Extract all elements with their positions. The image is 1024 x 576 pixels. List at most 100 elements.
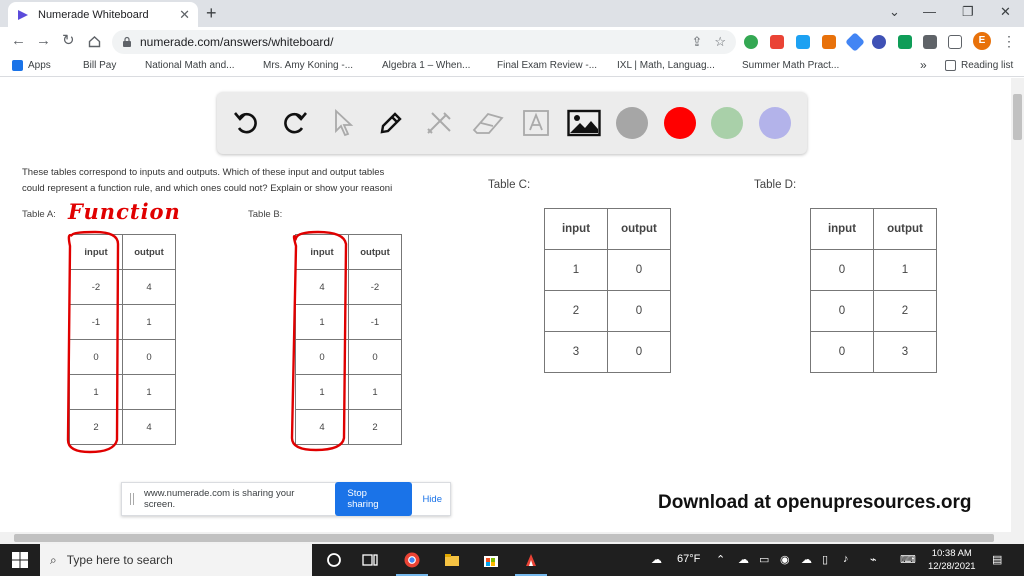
close-window-button[interactable]: ✕: [1000, 4, 1011, 20]
input-cell: 0: [810, 290, 874, 332]
volume-icon[interactable]: ♪: [843, 553, 849, 565]
undo-icon[interactable]: [230, 106, 264, 140]
chrome-taskbar-icon[interactable]: [404, 552, 420, 568]
tab-search-button[interactable]: ⌄: [889, 4, 900, 20]
minimize-button[interactable]: —: [923, 4, 936, 19]
task-view-icon[interactable]: [362, 552, 378, 568]
cast-icon[interactable]: [948, 35, 962, 49]
input-cell: 2: [69, 409, 123, 445]
bookmark-bill-pay[interactable]: Bill Pay: [67, 60, 116, 71]
color-swatch-lavender[interactable]: [759, 107, 791, 139]
horizontal-scrollbar[interactable]: [0, 532, 1011, 544]
bookmark-star-icon[interactable]: ☆: [714, 34, 726, 50]
share-icon[interactable]: ⇪: [691, 34, 702, 50]
tray-app-icon[interactable]: ▭: [759, 553, 769, 566]
table-row: 10: [544, 249, 671, 291]
pen-icon[interactable]: [374, 106, 408, 140]
output-cell: 0: [607, 331, 671, 373]
color-swatch-gray[interactable]: [616, 107, 648, 139]
extension-screenshot-icon[interactable]: [796, 35, 810, 49]
keyboard-icon[interactable]: ⌨: [900, 553, 916, 566]
back-icon[interactable]: ←: [11, 33, 26, 49]
notifications-icon[interactable]: ▤: [992, 553, 1002, 566]
bookmark-mrs-koning[interactable]: Mrs. Amy Koning -...: [247, 60, 353, 71]
select-cursor-icon[interactable]: [326, 106, 360, 140]
reading-list-button[interactable]: Reading list: [945, 60, 1013, 71]
extension-green-icon[interactable]: [898, 35, 912, 49]
clock-time: 10:38 AM: [931, 548, 972, 559]
bookmark-label: Bill Pay: [83, 60, 117, 71]
bookmark-apps[interactable]: Apps: [12, 60, 51, 71]
input-cell: 3: [544, 331, 608, 373]
table-row: 30: [544, 331, 671, 373]
tray-chevron-icon[interactable]: ⌃: [716, 553, 725, 566]
address-bar[interactable]: numerade.com/answers/whiteboard/ ⇪ ☆: [112, 30, 736, 54]
tab-close-button[interactable]: ✕: [179, 7, 190, 23]
extensions-puzzle-icon[interactable]: [923, 35, 937, 49]
weather-icon[interactable]: ☁: [651, 553, 662, 566]
output-column-header: output: [873, 208, 937, 250]
table-header-row: input output: [69, 234, 176, 270]
taskbar-clock[interactable]: 10:38 AM 12/28/2021: [928, 547, 976, 573]
restore-button[interactable]: ❐: [962, 4, 974, 20]
redo-icon[interactable]: [277, 106, 311, 140]
new-tab-button[interactable]: +: [206, 4, 217, 22]
hide-share-bar-link[interactable]: Hide: [422, 494, 442, 505]
taskbar-search-box[interactable]: ⌕ Type here to search: [40, 544, 312, 576]
drag-handle-icon[interactable]: [130, 493, 134, 505]
tray-cloud-icon[interactable]: ☁: [801, 553, 812, 566]
url-text: numerade.com/answers/whiteboard/: [140, 35, 334, 49]
stop-sharing-button[interactable]: Stop sharing: [335, 482, 413, 516]
image-icon[interactable]: [567, 106, 601, 140]
network-icon[interactable]: ⌁: [870, 553, 877, 566]
vertical-scroll-thumb[interactable]: [1013, 94, 1022, 140]
tools-icon[interactable]: [422, 106, 456, 140]
table-d-label: Table D:: [754, 179, 797, 191]
text-tool-icon[interactable]: [519, 106, 553, 140]
bookmark-summer-math[interactable]: Summer Math Pract...: [726, 60, 839, 71]
pinned-app-icon[interactable]: [523, 552, 539, 568]
microsoft-store-icon[interactable]: [483, 552, 499, 568]
bookmark-ixl[interactable]: IXL | Math, Languag...: [601, 60, 715, 71]
windows-logo-icon: [12, 552, 28, 568]
extension-orange-icon[interactable]: [822, 35, 836, 49]
extension-k-icon[interactable]: [872, 35, 886, 49]
extension-plus-icon[interactable]: [744, 35, 758, 49]
vertical-scrollbar[interactable]: [1011, 78, 1024, 544]
cortana-icon[interactable]: [326, 552, 342, 568]
table-b: input output 4 -2 1 -1 0 0 1 1 4 2: [295, 234, 402, 445]
home-icon[interactable]: [88, 35, 101, 48]
reload-icon[interactable]: ↻: [62, 33, 75, 49]
extension-diamond-icon[interactable]: [845, 32, 865, 52]
horizontal-scroll-thumb[interactable]: [14, 534, 994, 542]
bookmark-page-icon: [67, 60, 78, 71]
extension-red-icon[interactable]: [770, 35, 784, 49]
bookmark-algebra[interactable]: Algebra 1 – When...: [366, 60, 470, 71]
input-cell: 1: [69, 374, 123, 410]
input-cell: 1: [295, 374, 349, 410]
color-swatch-green[interactable]: [711, 107, 743, 139]
onedrive-icon[interactable]: ☁: [738, 553, 749, 566]
bookmark-label: Apps: [28, 60, 51, 71]
bookmark-final-exam[interactable]: Final Exam Review -...: [481, 60, 597, 71]
battery-icon[interactable]: ▯: [822, 553, 828, 566]
profile-avatar[interactable]: E: [973, 32, 991, 50]
color-swatch-red[interactable]: [664, 107, 696, 139]
table-a-label: Table A:: [22, 209, 56, 220]
bookmarks-overflow-button[interactable]: »: [920, 58, 927, 72]
forward-icon[interactable]: →: [36, 33, 51, 49]
weather-temperature[interactable]: 67°F: [677, 553, 700, 565]
eraser-icon[interactable]: [471, 106, 505, 140]
bookmark-national-math[interactable]: National Math and...: [129, 60, 235, 71]
start-button[interactable]: [0, 544, 40, 576]
menu-kebab-icon[interactable]: ⋮: [1002, 33, 1016, 50]
reading-list-label: Reading list: [961, 60, 1014, 71]
table-header-row: input output: [810, 208, 937, 250]
tray-steam-icon[interactable]: ◉: [780, 553, 790, 566]
download-footer-text: Download at openupresources.org: [658, 492, 972, 513]
file-explorer-icon[interactable]: [444, 552, 460, 568]
output-cell: 1: [873, 249, 937, 291]
output-cell: 1: [122, 374, 176, 410]
tab-numerade-whiteboard[interactable]: Numerade Whiteboard ✕: [8, 2, 198, 27]
table-c-label: Table C:: [488, 179, 531, 191]
